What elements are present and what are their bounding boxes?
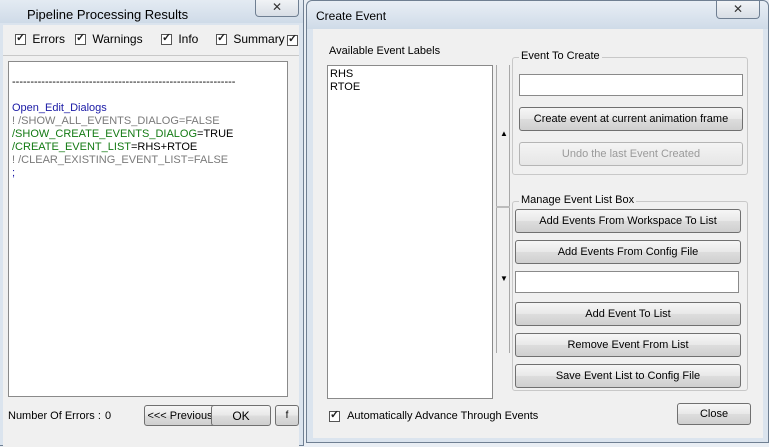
filter-bar: Errors Warnings Info Summary (3, 25, 299, 55)
filter-divider (3, 55, 299, 56)
log-param-create-list: /CREATE_EVENT_LIST (12, 141, 131, 153)
event-labels-listbox[interactable]: RHS RTOE (327, 65, 493, 399)
filter-overflow-checkbox[interactable] (287, 33, 298, 46)
manual-event-input[interactable] (515, 271, 739, 293)
scroll-up-arrow-icon[interactable]: ▲ (500, 129, 508, 138)
filter-errors[interactable]: Errors (15, 32, 65, 46)
auto-advance-checkbox[interactable] (329, 409, 340, 422)
log-value-true: =TRUE (197, 128, 234, 140)
log-separator-line: ----------------------------------------… (12, 76, 236, 88)
filter-warnings-checkbox[interactable] (75, 32, 86, 46)
auto-advance-label: Automatically Advance Through Events (347, 410, 539, 422)
filter-summary-label: Summary (233, 32, 285, 46)
log-value-rhs-rtoe: =RHS+RTOE (131, 141, 198, 153)
pipeline-close-button[interactable]: ✕ (255, 0, 299, 17)
log-text-area[interactable]: ----------------------------------------… (8, 61, 288, 397)
scroll-down-arrow-icon[interactable]: ▼ (500, 274, 508, 283)
filter-info[interactable]: Info (161, 32, 198, 46)
log-line-open-edit-dialogs: Open_Edit_Dialogs (12, 102, 107, 114)
filter-warnings[interactable]: Warnings (75, 32, 143, 46)
event-name-input[interactable] (519, 74, 743, 96)
auto-advance-toggle[interactable]: Automatically Advance Through Events (329, 409, 539, 422)
footer-overflow-button[interactable]: f (275, 405, 299, 426)
log-line-clear-existing: ! /CLEAR_EXISTING_EVENT_LIST=FALSE (12, 154, 229, 166)
remove-event-from-list-button[interactable]: Remove Event From List (515, 333, 741, 357)
close-icon: ✕ (271, 0, 283, 14)
log-line-terminator: ; (12, 167, 16, 179)
previous-button[interactable]: <<< Previous (144, 405, 216, 426)
add-event-to-list-button[interactable]: Add Event To List (515, 302, 741, 326)
event-to-create-group: Event To Create Create event at current … (512, 50, 748, 175)
pipeline-window-title: Pipeline Processing Results (27, 7, 189, 22)
log-line-create-event-list: /CREATE_EVENT_LIST=RHS+RTOE (12, 141, 284, 154)
close-button[interactable]: Close (677, 403, 751, 425)
error-count-value: 0 (105, 410, 112, 422)
error-count-label: Number Of Errors : (8, 410, 101, 422)
pipeline-results-window: Pipeline Processing Results ✕ Errors War… (0, 0, 304, 447)
log-blank-line (12, 89, 284, 102)
create-event-window: Create Event ✕ Available Event Labels RH… (306, 0, 769, 443)
save-event-list-button[interactable]: Save Event List to Config File (515, 364, 741, 388)
create-event-close-button[interactable]: ✕ (716, 1, 760, 19)
add-events-from-config-button[interactable]: Add Events From Config File (515, 240, 741, 264)
manage-event-list-label: Manage Event List Box (519, 194, 637, 206)
splitter-middle-line (496, 206, 510, 208)
create-event-button[interactable]: Create event at current animation frame (519, 107, 743, 131)
splitter-handle[interactable] (496, 65, 510, 353)
filter-errors-label: Errors (32, 32, 66, 46)
log-line-show-all-events: ! /SHOW_ALL_EVENTS_DIALOG=FALSE (12, 115, 220, 127)
create-event-titlebar: Create Event (307, 1, 768, 29)
ok-button[interactable]: OK (211, 405, 271, 426)
filter-warnings-label: Warnings (92, 32, 143, 46)
filter-info-label: Info (178, 32, 199, 46)
event-to-create-label: Event To Create (519, 50, 602, 62)
undo-event-button[interactable]: Undo the last Event Created (519, 142, 743, 166)
filter-errors-checkbox[interactable] (15, 32, 26, 46)
create-event-title: Create Event (316, 9, 387, 23)
add-events-from-workspace-button[interactable]: Add Events From Workspace To List (515, 209, 741, 233)
log-param-show-create: /SHOW_CREATE_EVENTS_DIALOG (12, 128, 198, 140)
list-item[interactable]: RTOE (330, 81, 490, 94)
filter-summary-checkbox[interactable] (216, 32, 227, 46)
filter-summary[interactable]: Summary (216, 32, 285, 46)
filter-info-checkbox[interactable] (161, 32, 172, 46)
manage-event-list-group: Manage Event List Box Add Events From Wo… (512, 194, 748, 391)
pipeline-client-area: Errors Warnings Info Summary -----------… (3, 25, 299, 447)
available-labels-heading: Available Event Labels (329, 45, 441, 57)
log-line-show-create-events: /SHOW_CREATE_EVENTS_DIALOG=TRUE (12, 128, 284, 141)
close-icon: ✕ (732, 2, 744, 16)
create-event-client-area: Available Event Labels RHS RTOE ▲ ▼ Even… (313, 29, 763, 438)
list-item[interactable]: RHS (330, 68, 490, 81)
